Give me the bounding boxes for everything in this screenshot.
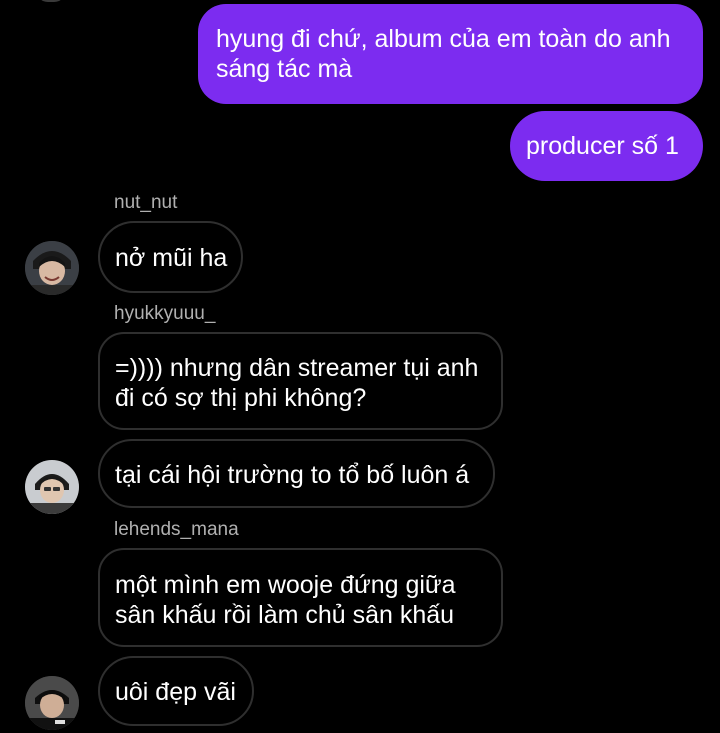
avatar-hyukkyuuu[interactable] xyxy=(25,460,79,514)
message-text: uôi đẹp vãi xyxy=(115,678,236,706)
message-text: hyung đi chứ, album của em toàn do anh xyxy=(216,25,671,53)
outgoing-message-bubble[interactable]: producer số 1 xyxy=(510,111,703,181)
message-text: một mình em wooje đứng giữa xyxy=(115,571,456,599)
avatar-nut-nut[interactable] xyxy=(25,241,79,295)
message-text: =)))) nhưng dân streamer tụi anh xyxy=(115,354,479,382)
message-text: nở mũi ha xyxy=(115,244,228,272)
partial-avatar xyxy=(36,0,66,2)
incoming-message-bubble[interactable]: =)))) nhưng dân streamer tụi anh đi có s… xyxy=(98,332,503,430)
incoming-message-bubble[interactable]: nở mũi ha xyxy=(98,221,243,293)
sender-username: lehends_mana xyxy=(114,519,239,540)
message-text: sân khấu rồi làm chủ sân khấu xyxy=(115,601,455,629)
message-text: producer số 1 xyxy=(526,132,679,160)
sender-username: hyukkyuuu_ xyxy=(114,303,216,324)
sender-username: nut_nut xyxy=(114,192,178,213)
avatar-lehends-mana[interactable] xyxy=(25,676,79,730)
incoming-message-bubble[interactable]: tại cái hội trường to tổ bố luôn á xyxy=(98,439,495,508)
incoming-message-bubble[interactable]: uôi đẹp vãi xyxy=(98,656,254,726)
outgoing-message-bubble[interactable]: hyung đi chứ, album của em toàn do anh s… xyxy=(198,4,703,104)
message-text: sáng tác mà xyxy=(216,55,353,83)
message-text: tại cái hội trường to tổ bố luôn á xyxy=(115,461,470,489)
incoming-message-bubble[interactable]: một mình em wooje đứng giữa sân khấu rồi… xyxy=(98,548,503,647)
message-text: đi có sợ thị phi không? xyxy=(115,384,367,412)
